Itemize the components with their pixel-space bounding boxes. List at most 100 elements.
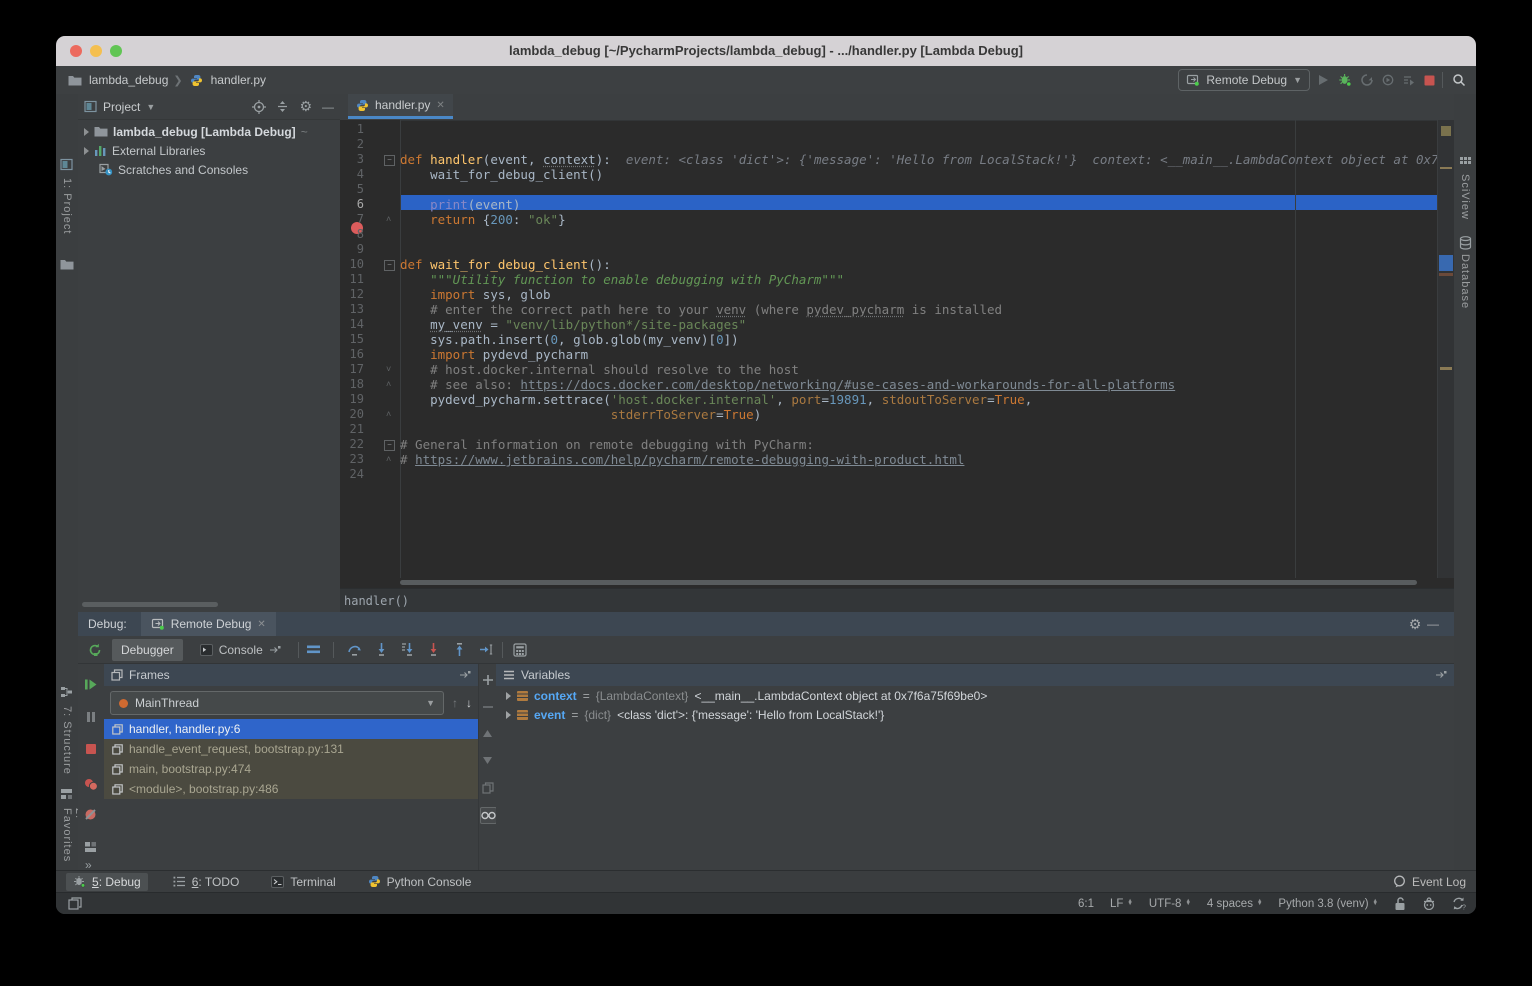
- step-into-my-code-icon[interactable]: [427, 643, 440, 656]
- expand-arrow-icon[interactable]: [84, 147, 89, 155]
- profiler-button-icon[interactable]: [1361, 74, 1373, 86]
- tool-button-sciview[interactable]: SciView: [1459, 174, 1471, 220]
- tool-window-button-pythonconsole[interactable]: Python Console: [361, 873, 479, 891]
- collapse-all-icon[interactable]: [276, 100, 289, 113]
- tool-window-button-todo[interactable]: 6: TODO: [166, 873, 247, 891]
- variable-row[interactable]: context={LambdaContext}<__main__.LambdaC…: [496, 686, 1454, 705]
- frame-row[interactable]: <module>, bootstrap.py:486: [104, 779, 478, 799]
- error-stripe-mark[interactable]: [1441, 126, 1451, 136]
- editor-gutter[interactable]: 123−4567˄8910−11121314151617˅18˄1920˄212…: [340, 120, 401, 578]
- hide-panel-icon[interactable]: —: [322, 100, 334, 114]
- tree-item[interactable]: lambda_debug [Lambda Debug] ~: [78, 122, 340, 141]
- show-watches-icon[interactable]: [480, 807, 497, 824]
- update-arrows-icon[interactable]: ?: [1452, 897, 1466, 910]
- search-everywhere-icon[interactable]: [1450, 71, 1468, 89]
- mute-breakpoints-icon[interactable]: [82, 806, 99, 823]
- close-tab-icon[interactable]: ✕: [436, 100, 444, 111]
- debug-button-icon[interactable]: [1338, 73, 1352, 87]
- remove-watch-icon[interactable]: [480, 699, 495, 714]
- database-icon[interactable]: [1459, 236, 1472, 250]
- force-step-into-icon[interactable]: [401, 643, 414, 656]
- unlocked-icon[interactable]: [1394, 897, 1406, 911]
- rerun-debug-icon[interactable]: [86, 641, 104, 659]
- status-item[interactable]: Python 3.8 (venv)▲▼: [1278, 898, 1378, 910]
- tool-window-switcher-icon[interactable]: [68, 897, 82, 910]
- tree-item[interactable]: External Libraries: [78, 141, 340, 160]
- tool-button-database[interactable]: Database: [1459, 254, 1471, 309]
- step-over-icon[interactable]: [347, 643, 362, 656]
- project-tool-icon[interactable]: [60, 158, 73, 171]
- move-down-icon[interactable]: [480, 753, 495, 768]
- pin-icon[interactable]: [1435, 666, 1447, 684]
- step-out-icon[interactable]: [453, 643, 466, 656]
- rerun-debug-icon[interactable]: [88, 643, 102, 657]
- stop-square-icon[interactable]: [82, 740, 99, 757]
- run-button-icon[interactable]: [1317, 74, 1329, 86]
- tool-window-switcher-icon[interactable]: [66, 895, 84, 913]
- settings-gear-icon[interactable]: ⚙: [299, 98, 312, 115]
- inspections-profile-icon[interactable]: [1422, 897, 1436, 910]
- fold-marker-icon[interactable]: ˄: [386, 214, 391, 224]
- sciview-icon[interactable]: [1459, 156, 1472, 169]
- breadcrumb-file[interactable]: handler.py: [211, 73, 266, 87]
- status-item[interactable]: 6:1: [1078, 898, 1094, 910]
- tool-button-structure[interactable]: 7: Structure: [61, 706, 73, 775]
- error-stripe-mark[interactable]: [1439, 255, 1453, 271]
- fold-marker-icon[interactable]: −: [384, 155, 395, 166]
- project-panel-title[interactable]: Project: [103, 100, 140, 114]
- previous-frame-icon[interactable]: ↑: [452, 696, 458, 710]
- duplicate-watch-icon[interactable]: [480, 780, 495, 795]
- breadcrumb-project[interactable]: lambda_debug: [89, 73, 168, 87]
- thread-dropdown[interactable]: MainThread ▼: [110, 691, 444, 715]
- tool-button-project[interactable]: 1: Project: [61, 178, 73, 234]
- view-breakpoints-icon[interactable]: [82, 776, 99, 793]
- pause-icon[interactable]: [82, 708, 99, 725]
- structure-tool-icon[interactable]: [60, 686, 73, 698]
- tool-window-button-debug[interactable]: 5: Debug: [66, 873, 148, 891]
- evaluate-expression-icon[interactable]: [513, 643, 527, 657]
- step-into-icon[interactable]: [375, 643, 388, 656]
- tab-debugger[interactable]: Debugger: [112, 639, 183, 661]
- evaluate-expression-icon[interactable]: [511, 641, 529, 659]
- event-log-button[interactable]: Event Log: [1393, 873, 1466, 891]
- error-stripe-mark[interactable]: [1439, 273, 1453, 276]
- error-stripe-mark[interactable]: [1440, 167, 1452, 169]
- stop-button-icon[interactable]: [1424, 75, 1435, 86]
- fold-marker-icon[interactable]: ˅: [386, 364, 391, 374]
- frame-row[interactable]: handle_event_request, bootstrap.py:131: [104, 739, 478, 759]
- locate-file-icon[interactable]: [252, 100, 266, 114]
- variable-row[interactable]: event={dict}<class 'dict'>: {'message': …: [496, 705, 1454, 724]
- tree-item[interactable]: Scratches and Consoles: [78, 160, 340, 179]
- project-horizontal-scrollbar[interactable]: [82, 602, 218, 607]
- rerun-button-icon[interactable]: [1403, 74, 1415, 86]
- code-area[interactable]: def handler(event, context): event: <cla…: [400, 120, 1438, 578]
- move-up-icon[interactable]: [480, 726, 495, 741]
- fold-marker-icon[interactable]: −: [384, 440, 395, 451]
- hide-tool-window-icon[interactable]: —: [1424, 615, 1442, 633]
- tab-console[interactable]: Console: [191, 639, 290, 661]
- settings-gear-icon[interactable]: ⚙: [1406, 615, 1424, 633]
- editor-tab-handler-py[interactable]: handler.py ✕: [348, 94, 453, 119]
- pin-icon[interactable]: [459, 666, 471, 684]
- status-item[interactable]: 4 spaces▲▼: [1207, 898, 1262, 910]
- fold-marker-icon[interactable]: −: [384, 260, 395, 271]
- tool-window-button-terminal[interactable]: Terminal: [264, 873, 342, 891]
- status-item[interactable]: LF▲▼: [1110, 898, 1133, 910]
- fold-marker-icon[interactable]: ˄: [386, 409, 391, 419]
- frame-row[interactable]: handler, handler.py:6: [104, 719, 478, 739]
- editor-horizontal-scrollbar[interactable]: [400, 580, 1438, 586]
- error-stripe[interactable]: [1437, 120, 1454, 578]
- fold-marker-icon[interactable]: ˄: [386, 379, 391, 389]
- debug-session-tab[interactable]: Remote Debug ✕: [141, 612, 276, 636]
- next-frame-icon[interactable]: ↓: [466, 696, 472, 710]
- run-config-selector[interactable]: Remote Debug ▼: [1178, 69, 1310, 91]
- resume-icon[interactable]: [82, 676, 99, 693]
- run-to-cursor-icon[interactable]: [479, 643, 494, 656]
- frame-row[interactable]: main, bootstrap.py:474: [104, 759, 478, 779]
- favorites-tool-icon[interactable]: [60, 788, 73, 800]
- show-execution-point-icon[interactable]: [307, 644, 320, 655]
- expand-arrow-icon[interactable]: [506, 692, 511, 700]
- status-item[interactable]: UTF-8▲▼: [1149, 898, 1191, 910]
- add-watch-icon[interactable]: [480, 672, 495, 687]
- breadcrumb-function[interactable]: handler(): [344, 594, 409, 608]
